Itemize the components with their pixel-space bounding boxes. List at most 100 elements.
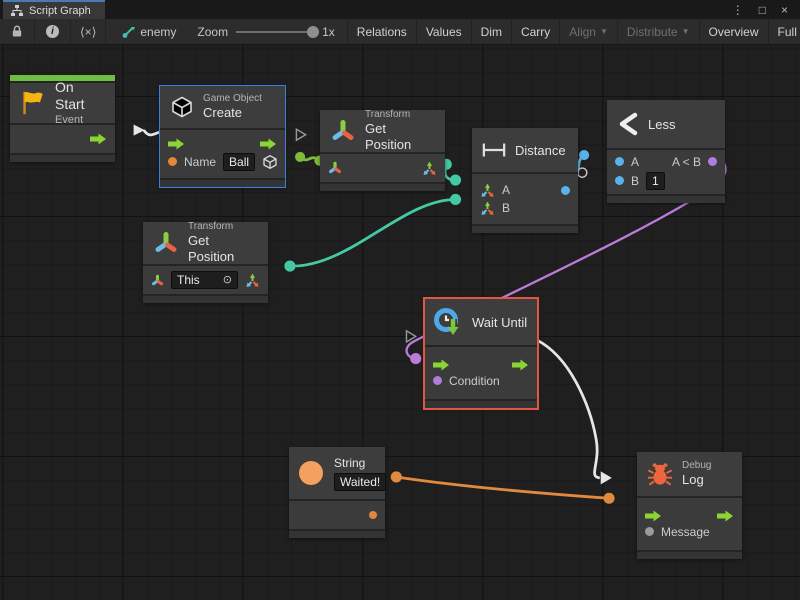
node-distance[interactable]: Distance A	[472, 128, 578, 233]
distance-icon	[482, 142, 506, 158]
node-title: Create	[203, 105, 262, 121]
name-value-field[interactable]: Ball	[223, 153, 255, 171]
flow-stub-triangle	[296, 129, 305, 140]
distribute-dropdown[interactable]: Distribute ▼	[618, 19, 700, 44]
graph-node-icon	[122, 25, 136, 38]
code-fold-button[interactable]: ⟨×⟩	[71, 19, 106, 44]
string-icon	[297, 459, 325, 487]
maximize-button[interactable]: □	[759, 3, 766, 17]
flow-out-port[interactable]	[717, 510, 734, 522]
cube-icon	[170, 95, 194, 119]
align-dropdown[interactable]: Align ▼	[560, 19, 618, 44]
node-title: Log	[682, 472, 711, 488]
flow-out-port[interactable]	[90, 133, 107, 145]
target-value-text: This	[177, 272, 200, 288]
wire-waituntil-to-log[interactable]	[528, 333, 612, 485]
vector3-input-b-port[interactable]	[480, 201, 495, 216]
graph-tab-icon	[11, 5, 23, 17]
object-picker-icon[interactable]: ⊙	[223, 272, 232, 288]
distance-output-port[interactable]	[561, 186, 570, 195]
node-wait-until[interactable]: Wait Until Condition	[425, 299, 537, 408]
transform-input-port[interactable]	[151, 274, 164, 287]
node-get-position-this[interactable]: Transform Get Position This ⊙	[143, 222, 268, 303]
string-output-port[interactable]	[369, 511, 377, 519]
node-create-game-object[interactable]: Game Object Create Name Ball	[160, 86, 285, 187]
node-on-start[interactable]: On Start Event	[10, 75, 115, 162]
node-footer	[607, 196, 725, 203]
node-title: Get Position	[188, 233, 258, 266]
lock-button[interactable]	[0, 19, 35, 44]
tab-script-graph[interactable]: Script Graph	[3, 0, 105, 19]
condition-input-port[interactable]	[433, 376, 442, 385]
comparison-output-label: A < B	[672, 155, 701, 169]
node-category: Game Object	[203, 93, 262, 106]
node-title: String	[334, 456, 386, 471]
node-footer	[425, 401, 537, 408]
carry-button[interactable]: Carry	[512, 19, 560, 44]
input-b-label: B	[502, 201, 510, 215]
wire-string-to-log[interactable]	[391, 471, 615, 503]
less-input-a-port[interactable]	[615, 157, 624, 166]
zoom-value: 1x	[322, 25, 335, 39]
input-a-label: A	[502, 183, 510, 197]
node-title: On Start	[55, 79, 107, 114]
zoom-slider-thumb[interactable]	[307, 26, 319, 38]
vector3-output-port[interactable]	[245, 273, 260, 288]
transform-input-port[interactable]	[328, 161, 342, 175]
node-title: Less	[648, 117, 675, 132]
script-graph-window: Script Graph ⋮ □ × i ⟨×⟩	[0, 0, 800, 600]
info-button[interactable]: i	[35, 19, 71, 44]
node-less[interactable]: Less A A < B B 1	[607, 100, 725, 203]
vector3-input-a-port[interactable]	[480, 183, 495, 198]
name-input-port[interactable]	[168, 157, 177, 166]
game-object-output-port[interactable]	[262, 154, 278, 170]
close-button[interactable]: ×	[781, 3, 788, 17]
flow-in-port[interactable]	[433, 359, 450, 371]
graph-name-indicator[interactable]: enemy	[106, 19, 185, 44]
target-value-field[interactable]: This ⊙	[171, 271, 238, 289]
string-value-field[interactable]: Waited!	[334, 473, 386, 491]
node-title: Wait Until	[472, 315, 527, 330]
flow-in-port[interactable]	[168, 138, 185, 150]
less-input-b-port[interactable]	[615, 176, 624, 185]
wire-getposition-b-to-distance[interactable]	[284, 194, 461, 272]
node-title: Get Position	[365, 121, 435, 154]
overview-button[interactable]: Overview	[700, 19, 769, 44]
zoom-label: Zoom	[197, 25, 228, 39]
less-than-icon	[617, 112, 639, 136]
distribute-label: Distribute	[627, 25, 678, 39]
values-button[interactable]: Values	[417, 19, 472, 44]
node-footer	[143, 296, 268, 303]
tab-title: Script Graph	[29, 5, 91, 17]
vector3-output-port[interactable]	[422, 161, 437, 176]
condition-label: Condition	[449, 374, 500, 388]
window-controls: ⋮ □ ×	[732, 0, 800, 19]
input-a-label: A	[631, 155, 639, 169]
code-fold-icon: ⟨×⟩	[80, 25, 96, 39]
flow-out-port[interactable]	[512, 359, 529, 371]
distribute-caret-icon: ▼	[682, 27, 690, 36]
graph-canvas[interactable]: On Start Event	[0, 45, 800, 600]
dim-button[interactable]: Dim	[472, 19, 512, 44]
node-title: Distance	[515, 143, 566, 158]
message-input-port[interactable]	[645, 527, 654, 536]
node-footer	[160, 180, 285, 187]
node-string[interactable]: String Waited!	[289, 447, 385, 538]
full-screen-button[interactable]: Full Screen	[769, 19, 800, 44]
less-output-port[interactable]	[708, 157, 717, 166]
zoom-slider[interactable]	[236, 31, 314, 33]
node-footer	[10, 155, 115, 162]
flow-in-port[interactable]	[645, 510, 662, 522]
bug-icon	[647, 461, 673, 487]
window-menu-button[interactable]: ⋮	[732, 3, 744, 17]
relations-button[interactable]: Relations	[348, 19, 417, 44]
node-debug-log[interactable]: Debug Log Message	[637, 452, 742, 559]
node-footer	[637, 552, 742, 559]
node-get-position-top[interactable]: Transform Get Position	[320, 110, 445, 191]
node-category: Transform	[365, 109, 435, 122]
input-b-value-field[interactable]: 1	[646, 172, 665, 190]
flow-out-port[interactable]	[260, 138, 277, 150]
align-label: Align	[569, 25, 596, 39]
input-b-label: B	[631, 174, 639, 188]
node-category: Transform	[188, 221, 258, 234]
